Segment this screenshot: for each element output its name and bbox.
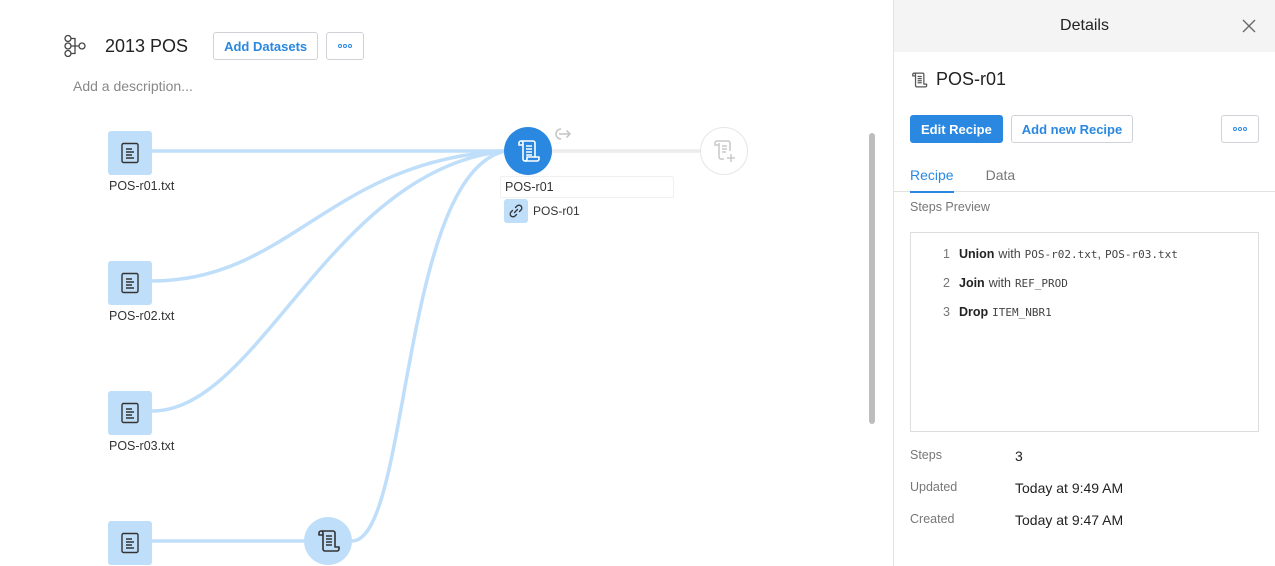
document-icon [121,142,139,164]
recipe-node[interactable] [304,517,352,565]
step-row: 1 Union with POS-r02.txt, POS-r03.txt [911,247,1258,276]
details-panel: Details POS-r01 Edit Recipe Add new Reci… [893,0,1275,566]
more-icon [1233,127,1247,131]
flow-canvas[interactable]: 2013 POS Add Datasets Add a description.… [0,0,893,566]
step-operation: Drop [959,305,989,319]
meta-created: Created Today at 9:47 AM [910,512,1123,528]
dataset-label: POS-r01.txt [109,179,175,193]
document-icon [121,532,139,554]
add-new-recipe-button[interactable]: Add new Recipe [1010,115,1134,143]
linked-output[interactable]: POS-r01 [504,199,580,223]
recipe-scroll-icon [318,530,340,552]
dataset-label: POS-r03.txt [109,439,175,453]
add-recipe-icon [714,140,735,162]
linked-output-label: POS-r01 [533,204,580,218]
dataset-node[interactable] [108,521,152,565]
details-more [1221,115,1259,143]
recipe-scroll-icon [912,71,928,88]
details-more-button[interactable] [1221,115,1259,143]
recipe-name: POS-r01 [936,69,1007,89]
step-number: 3 [943,305,950,319]
canvas-scrollbar[interactable] [869,133,875,424]
details-tabs: Recipe Data [894,162,1275,193]
meta-label: Steps [910,448,942,462]
link-icon [504,199,528,223]
recipe-actions: Edit Recipe Add new Recipe [910,115,1134,143]
step-argument: ITEM_NBR1 [992,306,1052,319]
meta-value: Today at 9:49 AM [1015,480,1124,496]
step-text: with [998,247,1021,261]
step-argument: POS-r02.txt [1024,248,1098,261]
recipe-name-input[interactable]: POS-r01 [500,176,674,198]
document-icon [121,402,139,424]
step-row: 3 Drop ITEM_NBR1 [911,305,1258,334]
step-number: 1 [943,247,950,261]
step-operation: Union [959,247,995,261]
recipe-scroll-icon [518,140,540,162]
dataset-node[interactable] [108,261,152,305]
recipe-title: POS-r01 [910,69,1006,90]
details-header: Details [894,0,1275,52]
edge-recipe2-to-recipe [350,149,507,543]
meta-label: Created [910,512,955,526]
steps-preview-label: Steps Preview [910,200,990,214]
step-argument: REF_PROD [1014,277,1068,290]
recipe-node[interactable] [504,127,552,175]
step-text: with [988,276,1011,290]
step-operation: Join [959,276,985,290]
meta-label: Updated [910,480,958,494]
step-separator: , [1097,247,1101,261]
meta-value: 3 [1015,448,1023,464]
meta-value: Today at 9:47 AM [1015,512,1124,528]
close-icon[interactable] [1241,18,1257,34]
add-recipe-node[interactable] [700,127,748,175]
dataset-label: POS-r02.txt [109,309,175,323]
meta-steps: Steps 3 [910,448,1023,464]
step-row: 2 Join with REF_PROD [911,276,1258,305]
step-argument: POS-r03.txt [1105,248,1178,261]
steps-preview: 1 Union with POS-r02.txt, POS-r03.txt 2 … [910,232,1259,432]
details-title: Details [1060,17,1109,34]
meta-updated: Updated Today at 9:49 AM [910,480,1123,496]
document-icon [121,272,139,294]
step-number: 2 [943,276,950,290]
tab-recipe[interactable]: Recipe [910,162,954,193]
dataset-node[interactable] [108,391,152,435]
edge-r03-to-recipe [150,149,507,413]
arrow-out-icon[interactable] [555,127,573,141]
edit-recipe-button[interactable]: Edit Recipe [910,115,1003,143]
dataset-node[interactable] [108,131,152,175]
tab-data[interactable]: Data [986,162,1016,192]
